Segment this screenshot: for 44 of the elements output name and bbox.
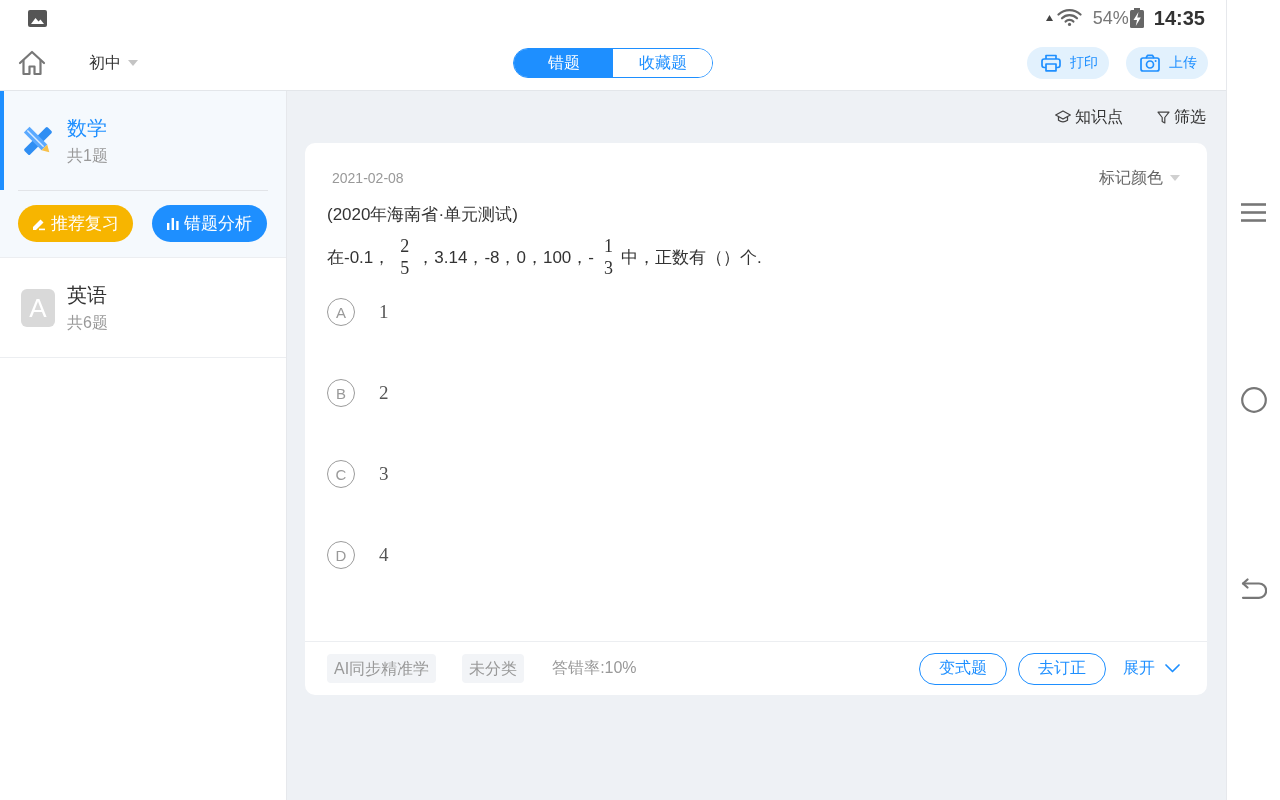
signal-arrow-icon	[1045, 14, 1053, 21]
upload-button[interactable]: 上传	[1126, 47, 1208, 79]
option-text: 2	[379, 382, 389, 404]
graduation-cap-icon	[1055, 110, 1071, 124]
question-count: 共1题	[67, 145, 108, 166]
grade-dropdown[interactable]: 初中	[89, 52, 138, 74]
subject-item[interactable]: 数学 共1题 推荐复习 错题分析	[0, 91, 286, 258]
circle-icon[interactable]	[1240, 387, 1267, 413]
analysis-button[interactable]: 错题分析	[152, 205, 267, 242]
image-icon	[28, 9, 47, 27]
option-text: 1	[379, 301, 389, 323]
action-button[interactable]: 变式题	[919, 652, 1007, 685]
subject-name: 数学	[67, 115, 108, 141]
battery-icon	[1129, 8, 1144, 28]
filter-button[interactable]: 筛选	[1157, 106, 1206, 128]
clock-time: 14:35	[1153, 6, 1205, 30]
back-icon[interactable]	[1240, 578, 1267, 600]
wifi-icon	[1056, 8, 1082, 26]
caret-icon	[128, 60, 138, 66]
printer-icon	[1041, 54, 1061, 72]
home-icon[interactable]	[18, 50, 46, 76]
bar-chart-icon	[167, 217, 179, 230]
review-button[interactable]: 推荐复习	[18, 205, 133, 242]
chevron-down-icon	[1165, 664, 1180, 673]
option-text: 4	[379, 544, 389, 566]
battery-percent: 54%	[1092, 7, 1129, 29]
option-text: 3	[379, 463, 389, 485]
question-source: (2020年海南省·单元测试)	[327, 204, 519, 226]
caret-icon	[1170, 175, 1180, 181]
tag-label: AI同步精准学	[327, 654, 437, 683]
mark-color-dropdown[interactable]: 标记颜色	[1099, 167, 1180, 189]
tab[interactable]: 错题	[514, 49, 613, 77]
camera-icon	[1140, 54, 1160, 72]
action-button[interactable]: 去订正	[1018, 652, 1106, 685]
question-count: 共6题	[67, 312, 108, 333]
menu-icon[interactable]	[1241, 203, 1266, 222]
knowledge-point-button[interactable]: 知识点	[1055, 106, 1123, 128]
expand-button[interactable]: 展开	[1123, 658, 1180, 679]
tag-label: 未分类	[462, 654, 525, 683]
subject-name: 英语	[67, 282, 108, 308]
error-rate: 答错率:10%	[552, 658, 637, 678]
filter-icon	[1157, 110, 1170, 124]
print-button[interactable]: 打印	[1027, 47, 1109, 79]
question-date: 2021-02-08	[332, 170, 404, 186]
